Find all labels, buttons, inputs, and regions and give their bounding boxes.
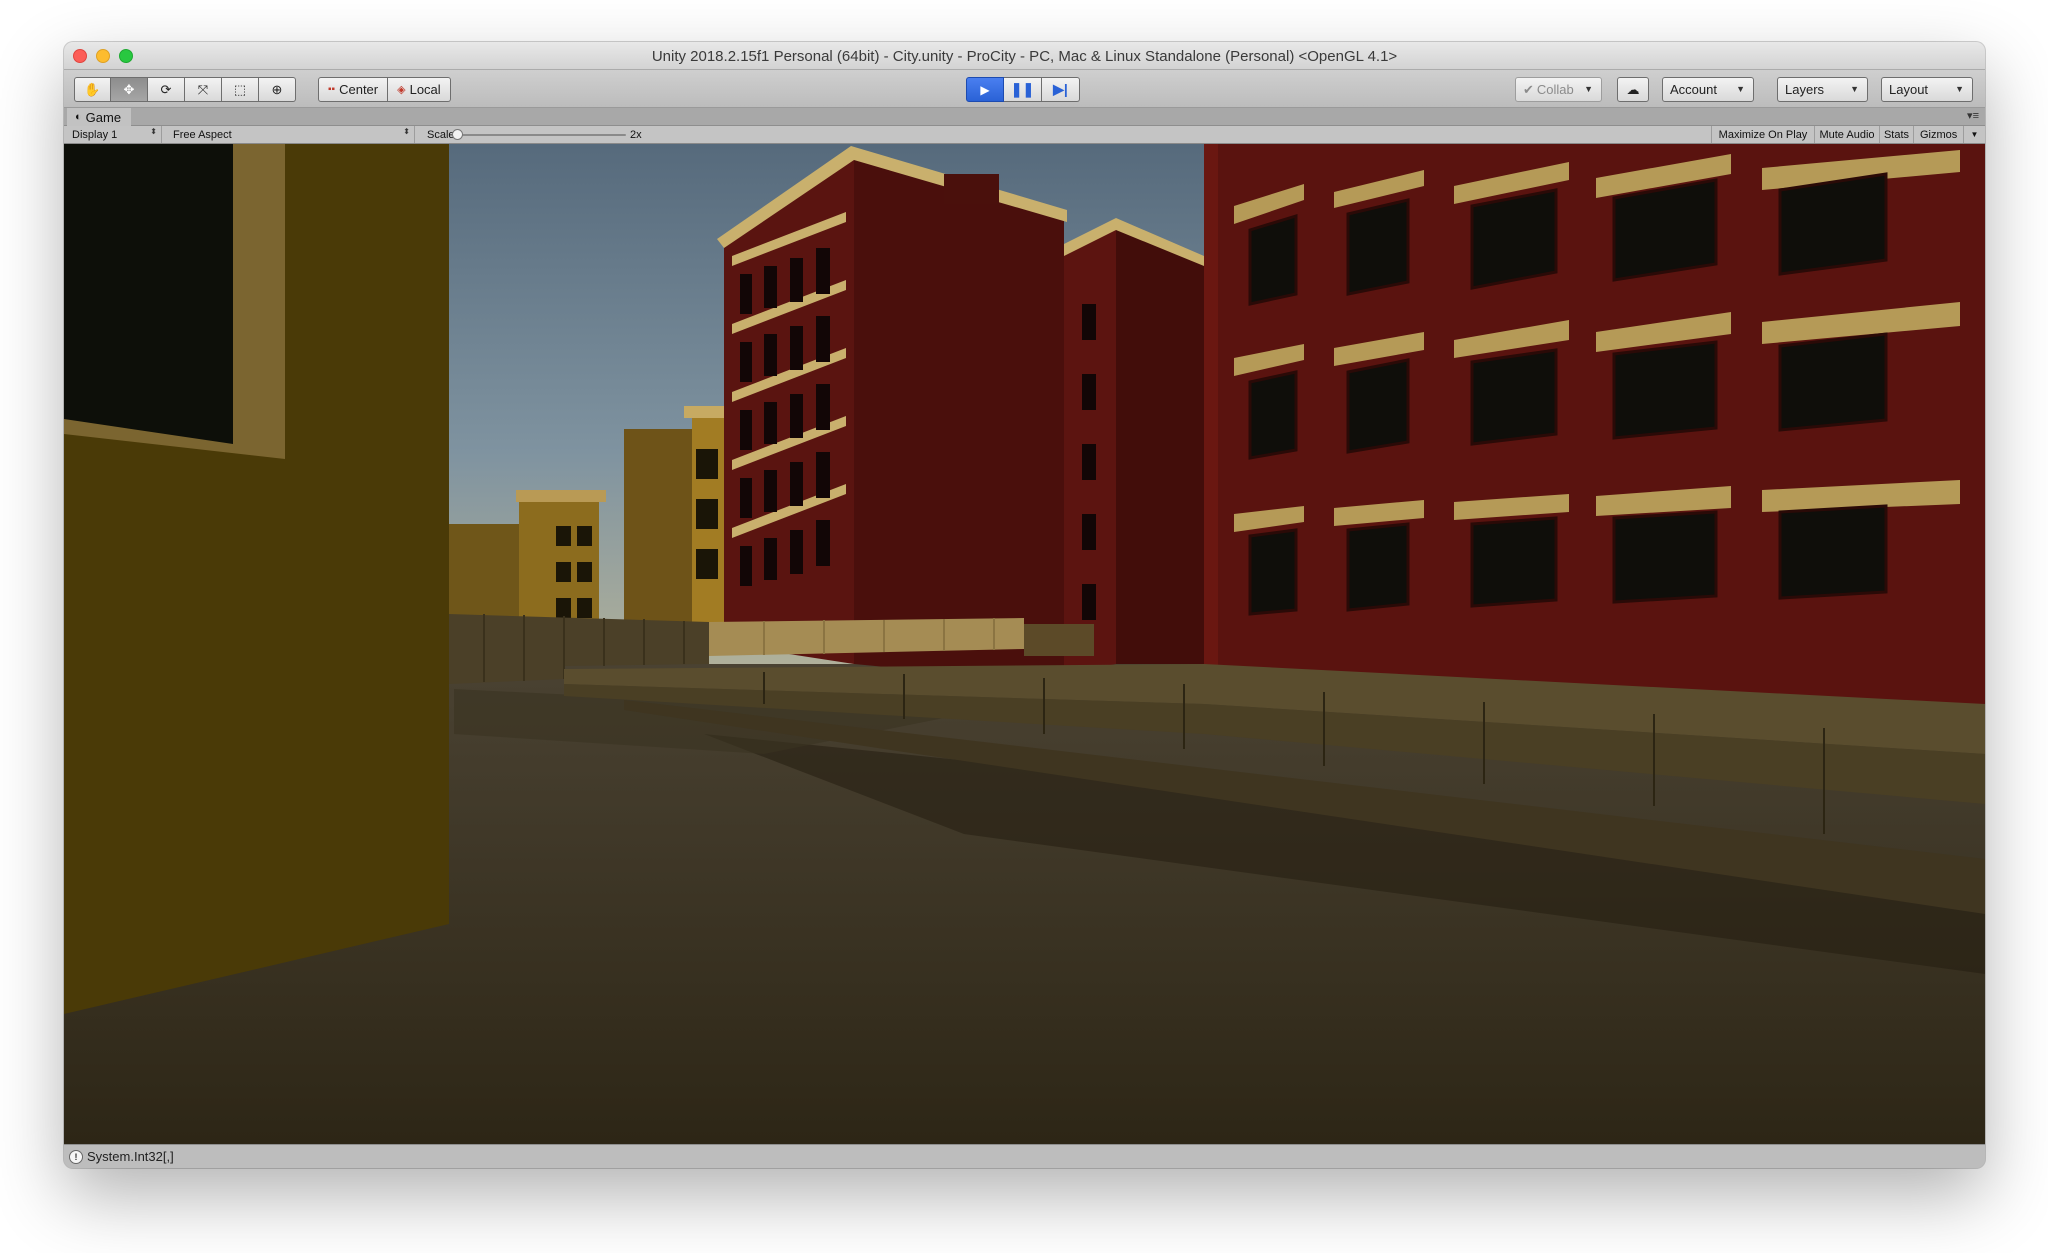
near-wall-left — [64, 144, 449, 1014]
checkmark-icon: ✔ — [1523, 81, 1534, 97]
chevron-down-icon: ▼ — [1955, 84, 1964, 94]
playback-controls: ▶ ❚❚ ▶| — [966, 77, 1080, 102]
gizmos-toggle[interactable]: Gizmos — [1913, 126, 1963, 143]
red-building-middle — [1064, 218, 1204, 674]
pivot-icon: ▪▪ — [328, 84, 336, 95]
tab-game-label: Game — [85, 109, 122, 125]
status-bar: ! System.Int32[,] — [64, 1144, 1985, 1168]
rotation-icon: ◈ — [397, 84, 406, 96]
red-building-right — [1204, 144, 1985, 719]
pivot-rotation-label: Local — [409, 82, 441, 97]
game-icon: ◐ — [75, 111, 82, 123]
scale-slider-handle[interactable] — [452, 129, 463, 140]
scale-icon: ⤧ — [197, 81, 209, 97]
scale-tool-button[interactable]: ⤧ — [185, 77, 222, 102]
cloud-icon: ☁ — [1626, 81, 1640, 97]
red-building-center — [717, 146, 1067, 684]
game-viewport[interactable] — [64, 144, 1985, 1144]
step-button[interactable]: ▶| — [1042, 77, 1080, 102]
rotate-icon: ⟳ — [160, 81, 172, 97]
pivot-mode-label: Center — [339, 82, 379, 97]
step-icon: ▶| — [1053, 81, 1068, 97]
account-dropdown[interactable]: Account ▼ — [1662, 77, 1754, 102]
layout-label: Layout — [1889, 82, 1929, 97]
mute-audio-toggle[interactable]: Mute Audio — [1814, 126, 1879, 143]
move-tool-button[interactable]: ✥ — [111, 77, 148, 102]
transform-tools: ✋ ✥ ⟳ ⤧ ⬚ ⊕ — [74, 77, 296, 102]
display-dropdown[interactable]: Display 1 ⬍ — [66, 126, 162, 143]
layers-dropdown[interactable]: Layers ▼ — [1777, 77, 1868, 102]
play-icon: ▶ — [980, 82, 990, 97]
pivot-controls: ▪▪ Center ◈ Local — [318, 77, 451, 102]
pause-button[interactable]: ❚❚ — [1004, 77, 1042, 102]
collab-label: Collab — [1536, 82, 1574, 97]
hand-icon: ✋ — [84, 81, 101, 97]
pause-icon: ❚❚ — [1010, 81, 1035, 97]
window-title: Unity 2018.2.15f1 Personal (64bit) - Cit… — [651, 48, 1398, 65]
display-label: Display 1 — [72, 128, 118, 141]
transform-icon: ⊕ — [271, 81, 283, 97]
game-view-toolbar: Display 1 ⬍ Free Aspect ⬍ Scale 2x Maxim… — [64, 126, 1985, 144]
aspect-dropdown[interactable]: Free Aspect ⬍ — [167, 126, 415, 143]
chevron-down-icon: ▼ — [1584, 84, 1593, 94]
account-label: Account — [1670, 82, 1717, 97]
main-toolbar: ✋ ✥ ⟳ ⤧ ⬚ ⊕ ▪▪ Center ◈ Local ▶ ❚❚ ▶| ✔ … — [64, 70, 1985, 108]
stats-toggle[interactable]: Stats — [1879, 126, 1913, 143]
status-message[interactable]: System.Int32[,] — [87, 1149, 174, 1164]
scale-value: 2x — [630, 128, 642, 141]
panel-tab-bar: ◐ Game ▾≡ — [64, 108, 1985, 126]
play-button[interactable]: ▶ — [966, 77, 1004, 102]
info-icon: ! — [69, 1149, 83, 1164]
game-scene — [64, 144, 1985, 1144]
pivot-rotation-button[interactable]: ◈ Local — [388, 77, 451, 102]
layers-label: Layers — [1785, 82, 1825, 97]
aspect-label: Free Aspect — [173, 128, 232, 141]
unity-editor-window: Unity 2018.2.15f1 Personal (64bit) - Cit… — [64, 42, 1985, 1168]
chevron-down-icon: ▼ — [1970, 130, 1979, 139]
rect-tool-button[interactable]: ⬚ — [222, 77, 259, 102]
rect-icon: ⬚ — [233, 81, 247, 97]
layout-dropdown[interactable]: Layout ▼ — [1881, 77, 1973, 102]
cloud-button[interactable]: ☁ — [1617, 77, 1649, 102]
collab-dropdown[interactable]: ✔ Collab ▼ — [1515, 77, 1602, 102]
chevron-updown-icon: ⬍ — [150, 127, 157, 136]
gizmos-dropdown[interactable]: ▼ — [1963, 126, 1985, 143]
scale-label: Scale — [427, 128, 455, 141]
pivot-mode-button[interactable]: ▪▪ Center — [318, 77, 389, 102]
chevron-down-icon: ▼ — [1736, 84, 1745, 94]
title-bar: Unity 2018.2.15f1 Personal (64bit) - Cit… — [64, 42, 1985, 70]
transform-tool-button[interactable]: ⊕ — [259, 77, 296, 102]
scale-slider-track[interactable] — [456, 134, 626, 136]
rotate-tool-button[interactable]: ⟳ — [148, 77, 185, 102]
panel-menu-icon[interactable]: ▾≡ — [1967, 109, 1979, 122]
maximize-on-play-toggle[interactable]: Maximize On Play — [1711, 126, 1814, 143]
move-icon: ✥ — [123, 81, 135, 97]
chevron-down-icon: ▼ — [1850, 84, 1859, 94]
chevron-updown-icon: ⬍ — [403, 127, 410, 136]
tab-game[interactable]: ◐ Game — [67, 108, 132, 126]
hand-tool-button[interactable]: ✋ — [74, 77, 111, 102]
gizmos-label: Gizmos — [1920, 128, 1958, 141]
